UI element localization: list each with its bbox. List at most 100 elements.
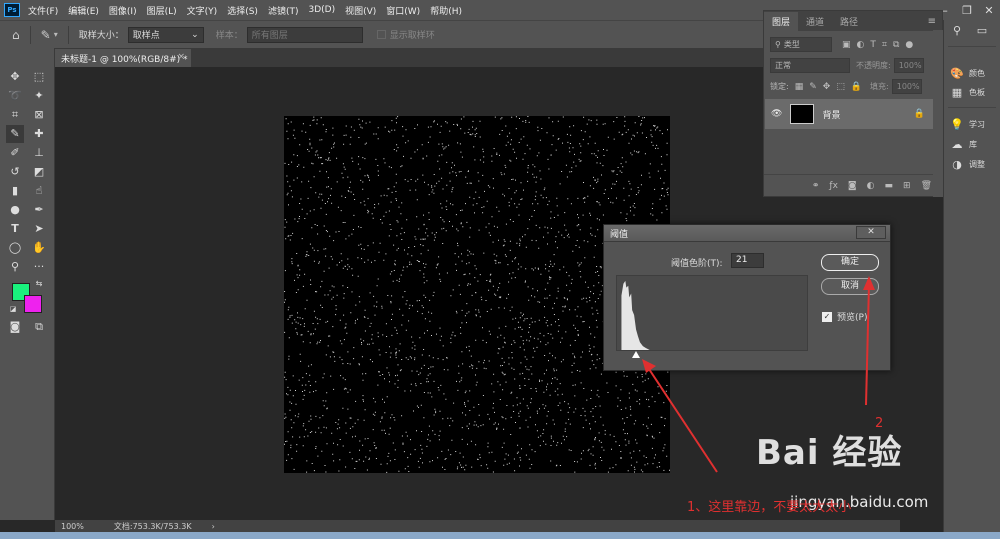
adjustment-filter-icon[interactable]: ◐ [857,40,865,50]
history-brush-tool-icon[interactable]: ↺ [6,163,24,181]
search-panel-button[interactable]: ⚲ ▭ [950,24,994,37]
healing-brush-tool-icon[interactable]: ✚ [30,125,48,143]
preview-checkbox-row[interactable]: ✓ 预览(P) [822,310,867,323]
dialog-close-button[interactable]: ✕ [856,226,886,239]
menu-view[interactable]: 视图(V) [345,4,376,17]
lock-artboard-icon[interactable]: ⬚ [836,82,845,92]
shape-tool-icon[interactable]: ◯ [6,239,24,257]
eyedropper-tool-icon[interactable]: ✎ [6,125,24,143]
lock-all-icon[interactable]: 🔒 [851,82,862,92]
pixel-filter-icon[interactable]: ▣ [842,40,851,50]
adjustment-layer-icon[interactable]: ◐ [867,181,875,191]
lock-pixels-icon[interactable]: ✎ [809,82,817,92]
menu-image[interactable]: 图像(I) [109,4,137,17]
hand-tool-icon[interactable]: ✋ [30,239,48,257]
screen-mode-icon[interactable]: ⧉ [30,318,48,336]
sample-value: 所有图层 [251,31,288,41]
photoshop-logo-icon: Ps [4,3,20,17]
move-tool-icon[interactable]: ✥ [6,68,24,86]
type-tool-icon[interactable]: T [6,220,24,238]
lasso-tool-icon[interactable]: ➰ [6,87,24,105]
zoom-level[interactable]: 100% [61,522,84,531]
link-layers-icon[interactable]: ⚭ [812,181,820,191]
panel-menu-icon[interactable]: ≡ [928,16,936,27]
side-item-color[interactable]: 🎨 颜色 [950,67,985,80]
dialog-titlebar[interactable]: 阈值 ✕ [604,225,890,242]
layer-mask-icon[interactable]: ◙ [848,181,857,191]
more-tools-icon[interactable]: ··· [30,258,48,276]
lock-row: 锁定: ▦ ✎ ✥ ⬚ 🔒 填充: 100% [764,79,942,94]
lock-position-icon[interactable]: ✥ [823,82,831,92]
threshold-level-input[interactable]: 21 [731,253,764,268]
smudge-tool-icon[interactable]: ☝ [30,182,48,200]
opacity-input[interactable]: 100% [893,58,924,73]
layer-filter-select[interactable]: ⚲ 类型 [770,37,832,52]
crop-tool-icon[interactable]: ⌗ [6,106,24,124]
fill-input[interactable]: 100% [891,79,922,94]
shape-filter-icon[interactable]: ⌗ [882,40,887,50]
swap-colors-icon[interactable]: ⇆ [34,279,44,289]
cancel-button[interactable]: 取消 [821,278,879,295]
preview-checkbox[interactable]: ✓ [822,311,832,322]
layer-row-background[interactable]: 👁 背景 🔒 [765,99,933,129]
side-item-swatches[interactable]: ▦ 色板 [950,86,985,99]
pen-tool-icon[interactable]: ✒ [30,201,48,219]
tab-layers[interactable]: 图层 [764,11,799,31]
sample-select[interactable]: 所有图层 [246,26,363,43]
lock-transparent-icon[interactable]: ▦ [795,82,804,92]
quick-mask-icon[interactable]: ◙ [6,318,24,336]
separator [29,25,31,44]
eraser-tool-icon[interactable]: ◩ [30,163,48,181]
panel-scrollbar[interactable] [933,30,943,197]
marquee-tool-icon[interactable]: ⬚ [30,68,48,86]
frame-tool-icon[interactable]: ⊠ [30,106,48,124]
new-layer-icon[interactable]: ⊞ [903,181,911,191]
visibility-eye-icon[interactable]: 👁 [771,109,782,119]
default-colors-icon[interactable]: ◪ [8,304,18,314]
close-tab-icon[interactable]: × [177,52,185,62]
menu-file[interactable]: 文件(F) [28,4,58,17]
eyedropper-icon[interactable]: ✎ [41,28,51,42]
gradient-tool-icon[interactable]: ▮ [6,182,24,200]
menu-type[interactable]: 文字(Y) [187,4,218,17]
close-icon[interactable]: ✕ [978,4,1000,17]
brush-tool-icon[interactable]: ✐ [6,144,24,162]
background-color-swatch[interactable] [24,295,42,313]
menu-edit[interactable]: 编辑(E) [68,4,99,17]
zoom-tool-icon[interactable]: ⚲ [6,258,24,276]
filter-toggle-icon[interactable]: ● [905,40,913,50]
tab-paths[interactable]: 路径 [832,12,866,31]
sample-size-select[interactable]: 取样点 ⌄ [127,26,204,43]
workspace-icon[interactable]: ▭ [975,24,989,37]
document-tab-title: 未标题-1 @ 100%(RGB/8#) * [61,55,188,65]
menu-select[interactable]: 选择(S) [227,4,258,17]
layer-style-icon[interactable]: ƒx [829,181,838,191]
restore-icon[interactable]: ❐ [956,4,978,17]
side-item-libraries[interactable]: ☁ 库 [950,138,978,151]
type-filter-icon[interactable]: T [870,40,876,50]
chevron-down-icon[interactable]: ▾ [54,30,58,39]
magic-wand-tool-icon[interactable]: ✦ [30,87,48,105]
side-item-adjustments[interactable]: ◑ 调整 [950,158,985,171]
blend-mode-select[interactable]: 正常 [770,58,850,73]
new-group-icon[interactable]: ▬ [885,181,894,191]
menu-3d[interactable]: 3D(D) [308,5,335,15]
path-select-tool-icon[interactable]: ➤ [30,220,48,238]
status-menu-arrow[interactable]: › [212,522,215,531]
smart-object-filter-icon[interactable]: ⧉ [893,40,899,50]
side-item-learn[interactable]: 💡 学习 [950,118,985,131]
dodge-tool-icon[interactable]: ● [6,201,24,219]
show-ring-checkbox[interactable] [376,30,386,39]
threshold-slider-handle[interactable] [632,351,640,358]
menu-filter[interactable]: 滤镜(T) [268,4,299,17]
histogram[interactable] [616,275,808,351]
stamp-tool-icon[interactable]: ⊥ [30,144,48,162]
home-icon[interactable]: ⌂ [12,28,20,42]
menu-window[interactable]: 窗口(W) [386,4,420,17]
menu-help[interactable]: 帮助(H) [430,4,462,17]
document-tab[interactable]: 未标题-1 @ 100%(RGB/8#) * × [55,49,191,67]
delete-layer-icon[interactable]: 🗑 [921,181,932,191]
menu-layer[interactable]: 图层(L) [147,4,177,17]
tab-channels[interactable]: 通道 [798,12,832,31]
ok-button[interactable]: 确定 [821,254,879,271]
